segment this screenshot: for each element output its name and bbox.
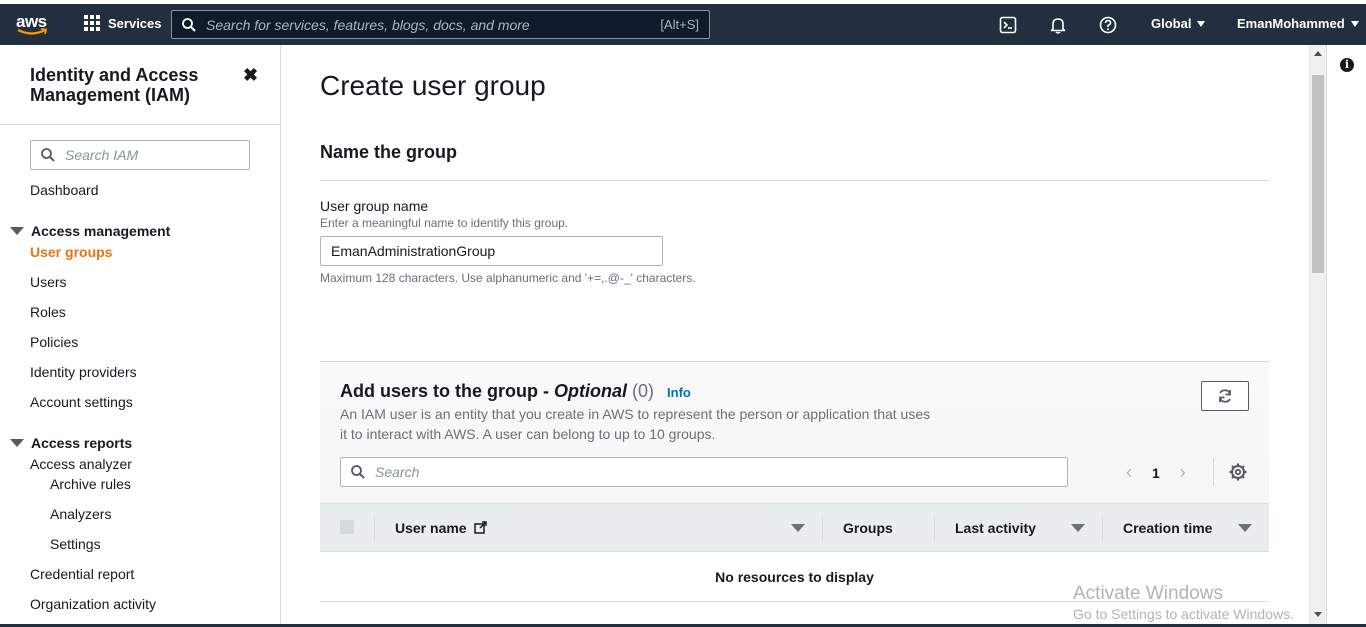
empty-table-row: No resources to display — [320, 552, 1269, 602]
account-username: EmanMohammed — [1237, 16, 1345, 31]
caret-down-icon — [10, 227, 24, 235]
panel-description: An IAM user is an entity that you create… — [340, 406, 931, 442]
aws-smile-icon — [17, 28, 48, 35]
sidebar-divider — [0, 124, 280, 125]
sidebar-section-access-management[interactable]: Access management — [10, 223, 170, 239]
users-search-input[interactable] — [375, 464, 1067, 480]
services-menu-button[interactable]: Services — [84, 12, 162, 34]
column-header-groups[interactable]: Groups — [843, 520, 893, 536]
sort-caret-icon[interactable] — [1071, 524, 1085, 532]
sidebar-section-access-reports[interactable]: Access reports — [10, 435, 132, 451]
aws-logo[interactable]: aws — [16, 13, 50, 41]
search-shortcut-hint: [Alt+S] — [660, 17, 699, 32]
sidebar-item-user-groups[interactable]: User groups — [30, 244, 112, 260]
section-title: Name the group — [320, 142, 458, 162]
main-content: Create user group Name the group User gr… — [282, 45, 1309, 627]
gear-icon[interactable] — [1229, 463, 1247, 481]
sidebar-item-dashboard[interactable]: Dashboard — [30, 182, 99, 198]
sidebar-item-policies[interactable]: Policies — [30, 334, 78, 350]
iam-sidebar: Identity and Access Management (IAM) ✖ D… — [0, 45, 281, 627]
sidebar-search-input[interactable] — [65, 147, 225, 163]
panel-title: Add users to the group - Optional (0) In… — [340, 381, 691, 402]
sidebar-search-box — [30, 140, 250, 170]
global-search-input[interactable] — [206, 16, 661, 33]
tools-rail: i — [1326, 45, 1366, 627]
panel-title-prefix: Add users to the group - — [340, 381, 554, 401]
group-name-input[interactable] — [320, 236, 663, 266]
section-label: Access management — [31, 223, 171, 239]
scroll-down-arrow-icon[interactable] — [1314, 612, 1322, 617]
previous-page-icon[interactable]: ‹ — [1126, 462, 1132, 483]
users-table-header: User name Groups Last activity Creation … — [320, 503, 1269, 552]
account-menu[interactable]: EmanMohammed — [1237, 16, 1359, 31]
add-users-panel: Add users to the group - Optional (0) In… — [320, 361, 1269, 602]
user-count: (0) — [632, 381, 655, 401]
sidebar-item-archive-rules[interactable]: Archive rules — [50, 476, 131, 492]
chevron-down-icon — [1350, 20, 1359, 27]
current-page-number[interactable]: 1 — [1152, 465, 1160, 481]
caret-down-icon — [10, 439, 24, 447]
section-divider — [320, 180, 1269, 181]
help-icon[interactable] — [1099, 16, 1117, 34]
section-label: Access reports — [31, 435, 133, 451]
column-divider — [374, 516, 375, 541]
info-panel-icon[interactable]: i — [1340, 58, 1354, 72]
select-all-checkbox[interactable] — [340, 520, 354, 534]
close-sidebar-icon[interactable]: ✖ — [243, 66, 258, 84]
sidebar-item-identity-providers[interactable]: Identity providers — [30, 364, 137, 380]
search-icon — [182, 17, 196, 32]
pager-divider — [1213, 458, 1214, 486]
sidebar-item-organization-activity[interactable]: Organization activity — [30, 596, 156, 612]
page-title: Create user group — [320, 70, 546, 101]
search-icon — [351, 465, 365, 479]
services-label: Services — [108, 15, 162, 31]
group-name-constraint: Maximum 128 characters. Use alphanumeric… — [320, 271, 696, 285]
sidebar-item-roles[interactable]: Roles — [30, 304, 66, 320]
top-navigation-bar: aws Services [Alt+S] Global — [0, 0, 1366, 45]
column-label: User name — [395, 520, 467, 536]
column-header-last-activity[interactable]: Last activity — [955, 520, 1036, 536]
sidebar-title: Identity and Access Management (IAM) — [30, 65, 199, 105]
column-divider — [822, 516, 823, 541]
sidebar-item-analyzer-settings[interactable]: Settings — [50, 536, 101, 552]
search-icon — [41, 148, 55, 162]
panel-title-optional: Optional — [554, 381, 627, 401]
column-header-user-name[interactable]: User name — [395, 520, 488, 536]
notifications-bell-icon[interactable] — [1049, 16, 1067, 34]
region-label: Global — [1151, 16, 1192, 31]
sidebar-item-users[interactable]: Users — [30, 274, 67, 290]
scroll-up-arrow-icon[interactable] — [1314, 51, 1322, 56]
page-scrollbar[interactable] — [1309, 45, 1326, 627]
group-name-description: Enter a meaningful name to identify this… — [320, 216, 569, 230]
sidebar-item-access-analyzer[interactable]: Access analyzer — [30, 456, 132, 472]
group-name-label: User group name — [320, 198, 429, 214]
sort-caret-icon[interactable] — [1238, 524, 1252, 532]
chevron-down-icon — [1197, 20, 1206, 27]
column-header-creation-time[interactable]: Creation time — [1123, 520, 1212, 536]
region-selector[interactable]: Global — [1151, 16, 1206, 31]
column-divider — [1102, 516, 1103, 541]
next-page-icon[interactable]: › — [1180, 462, 1186, 483]
global-search-box: [Alt+S] — [171, 10, 710, 39]
sort-caret-icon[interactable] — [791, 524, 805, 532]
empty-message: No resources to display — [715, 569, 874, 585]
sidebar-item-analyzers[interactable]: Analyzers — [50, 506, 111, 522]
column-divider — [934, 516, 935, 541]
scrollbar-thumb[interactable] — [1312, 75, 1324, 273]
info-link[interactable]: Info — [667, 385, 691, 400]
users-search-box — [340, 457, 1068, 487]
cloudshell-icon[interactable] — [999, 16, 1017, 34]
refresh-button[interactable] — [1201, 381, 1249, 411]
sidebar-item-account-settings[interactable]: Account settings — [30, 394, 133, 410]
pagination: ‹ 1 › — [1126, 462, 1186, 483]
sidebar-item-credential-report[interactable]: Credential report — [30, 566, 134, 582]
refresh-icon — [1219, 389, 1231, 403]
external-link-icon — [474, 521, 488, 534]
services-grid-icon — [84, 15, 100, 31]
